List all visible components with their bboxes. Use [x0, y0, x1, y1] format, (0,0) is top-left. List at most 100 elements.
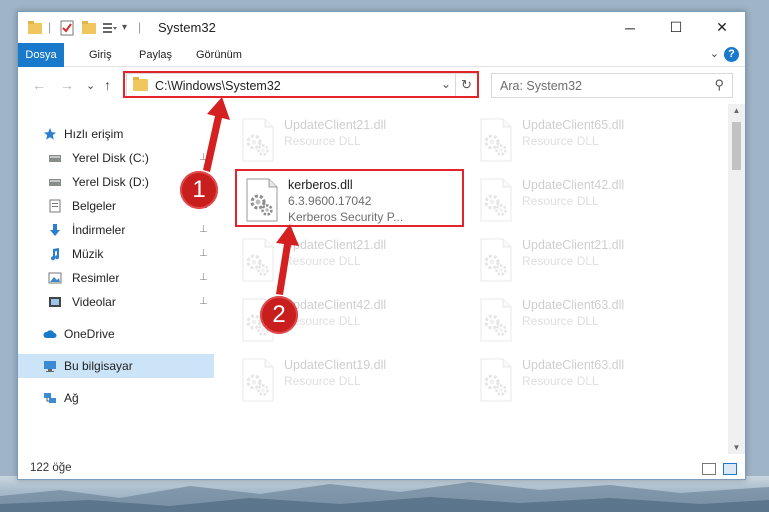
close-button[interactable]: ✕	[699, 12, 745, 43]
file-name: UpdateClient63.dll	[522, 358, 625, 372]
ribbon-tabs: Dosya Giriş Paylaş Görünüm ⌄ ?	[18, 43, 745, 67]
pin-icon[interactable]: ⊥	[199, 266, 208, 290]
file-type: Resource DLL	[522, 134, 599, 148]
file-item[interactable]: UpdateClient21.dll Resource DLL	[472, 234, 700, 290]
chevron-down-icon[interactable]: ▾	[122, 22, 127, 38]
file-type: Resource DLL	[284, 374, 361, 388]
tab-file[interactable]: Dosya	[18, 43, 64, 67]
new-folder-icon[interactable]	[82, 20, 96, 36]
file-item[interactable]: UpdateClient19.dll Resource DLL	[234, 354, 462, 410]
sidebar-item-resimler[interactable]: Resimler ⊥	[18, 266, 214, 290]
customize-toolbar-icon[interactable]	[102, 20, 118, 36]
pin-icon[interactable]: ⊥	[199, 290, 208, 314]
drive-icon	[49, 155, 61, 162]
back-button[interactable]: ←	[32, 77, 46, 93]
sidebar-item-label: Yerel Disk (C:)	[72, 151, 149, 165]
sidebar-item-bu-bilgisayar[interactable]: Bu bilgisayar	[18, 354, 214, 378]
dll-file-icon	[242, 358, 274, 402]
file-type: Resource DLL	[522, 374, 599, 388]
file-name: UpdateClient42.dll	[522, 178, 625, 192]
pin-icon[interactable]: ⊥	[199, 218, 208, 242]
dll-file-icon	[480, 358, 512, 402]
sidebar-item-label: Ağ	[64, 391, 79, 405]
sidebar-item-label: Bu bilgisayar	[64, 359, 133, 373]
file-highlight-box	[235, 169, 464, 227]
dll-file-icon	[242, 118, 274, 162]
pin-icon[interactable]: ⊥	[199, 242, 208, 266]
details-view-icon[interactable]	[702, 463, 716, 475]
file-item[interactable]: UpdateClient63.dll Resource DLL	[472, 294, 700, 350]
folder-icon[interactable]	[28, 20, 42, 36]
separator: |	[138, 20, 142, 34]
minimize-button[interactable]: ─	[607, 12, 653, 43]
separator: |	[48, 20, 52, 34]
scroll-thumb[interactable]	[732, 122, 741, 170]
large-icons-view-icon[interactable]	[723, 463, 737, 475]
dll-file-icon	[480, 178, 512, 222]
search-icon[interactable]: ⚲	[714, 77, 724, 93]
sidebar-item-i-ndirmeler[interactable]: İndirmeler ⊥	[18, 218, 214, 242]
desktop-background	[0, 476, 769, 512]
dll-file-icon	[242, 238, 274, 282]
sidebar-item-label: Videolar	[72, 295, 116, 309]
window-title: System32	[158, 20, 216, 35]
up-button[interactable]: ↑	[104, 77, 111, 93]
scroll-down-icon[interactable]: ▼	[728, 443, 745, 452]
tab-home[interactable]: Giriş	[89, 43, 112, 67]
properties-icon[interactable]	[60, 20, 74, 36]
file-type: Resource DLL	[522, 194, 599, 208]
sidebar-item-label: Hızlı erişim	[64, 127, 124, 141]
expand-ribbon-icon[interactable]: ⌄	[710, 47, 719, 60]
pin-icon[interactable]: ⊥	[199, 146, 208, 170]
vertical-scrollbar[interactable]: ▲ ▼	[728, 104, 745, 454]
sidebar-item-onedrive[interactable]: OneDrive	[18, 322, 214, 346]
mountain-landscape	[0, 482, 769, 512]
tab-share[interactable]: Paylaş	[139, 43, 172, 67]
file-name: UpdateClient21.dll	[284, 238, 387, 252]
sidebar-item-ağ[interactable]: Ağ	[18, 386, 214, 410]
navigation-pane: Hızlı erişim Yerel Disk (C:) ⊥ Yerel Disk (…	[18, 104, 214, 454]
documents-icon	[49, 199, 61, 213]
help-icon[interactable]: ?	[724, 47, 739, 62]
computer-icon	[44, 361, 56, 372]
file-name: UpdateClient63.dll	[522, 298, 625, 312]
file-item[interactable]: UpdateClient21.dll Resource DLL	[234, 114, 462, 170]
file-item[interactable]: UpdateClient65.dll Resource DLL	[472, 114, 700, 170]
maximize-button[interactable]: ☐	[653, 12, 699, 43]
network-icon	[44, 393, 56, 403]
sidebar-item-hızlı-erişim[interactable]: Hızlı erişim	[18, 122, 214, 146]
file-type: Resource DLL	[522, 254, 599, 268]
sidebar-item-müzik[interactable]: Müzik ⊥	[18, 242, 214, 266]
videos-icon	[49, 297, 61, 307]
search-placeholder: Ara: System32	[500, 79, 582, 93]
dll-file-icon	[480, 118, 512, 162]
music-icon	[51, 248, 60, 261]
title-bar: | ▾ | System32 ─ ☐ ✕	[18, 12, 745, 43]
sidebar-item-label: OneDrive	[64, 327, 115, 341]
file-item[interactable]: UpdateClient21.dll Resource DLL	[234, 234, 462, 290]
scroll-up-icon[interactable]: ▲	[728, 106, 745, 115]
pictures-icon	[48, 272, 62, 284]
sidebar-item-yerel-disk-c[interactable]: Yerel Disk (C:) ⊥	[18, 146, 214, 170]
sidebar-item-videolar[interactable]: Videolar ⊥	[18, 290, 214, 314]
download-icon	[50, 224, 60, 236]
recent-locations-button[interactable]: ⌄	[86, 79, 95, 92]
search-box[interactable]: Ara: System32 ⚲	[491, 73, 733, 98]
cloud-icon	[43, 330, 57, 338]
sidebar-item-label: Müzik	[72, 247, 104, 261]
step-1-badge: 1	[180, 171, 218, 209]
sidebar-item-label: Resimler	[72, 271, 120, 285]
file-item[interactable]: UpdateClient63.dll Resource DLL	[472, 354, 700, 410]
drive-icon	[49, 179, 61, 186]
file-name: UpdateClient19.dll	[284, 358, 387, 372]
sidebar-item-label: İndirmeler	[72, 223, 126, 237]
file-type: Resource DLL	[522, 314, 599, 328]
tab-view[interactable]: Görünüm	[196, 43, 242, 67]
sidebar-item-label: Yerel Disk (D:)	[72, 175, 149, 189]
file-type: Resource DLL	[284, 134, 361, 148]
star-icon	[44, 128, 56, 140]
file-name: UpdateClient21.dll	[284, 118, 387, 132]
file-item[interactable]: UpdateClient42.dll Resource DLL	[472, 174, 700, 230]
forward-button[interactable]: →	[60, 77, 74, 93]
item-count: 122 öğe	[30, 462, 72, 474]
